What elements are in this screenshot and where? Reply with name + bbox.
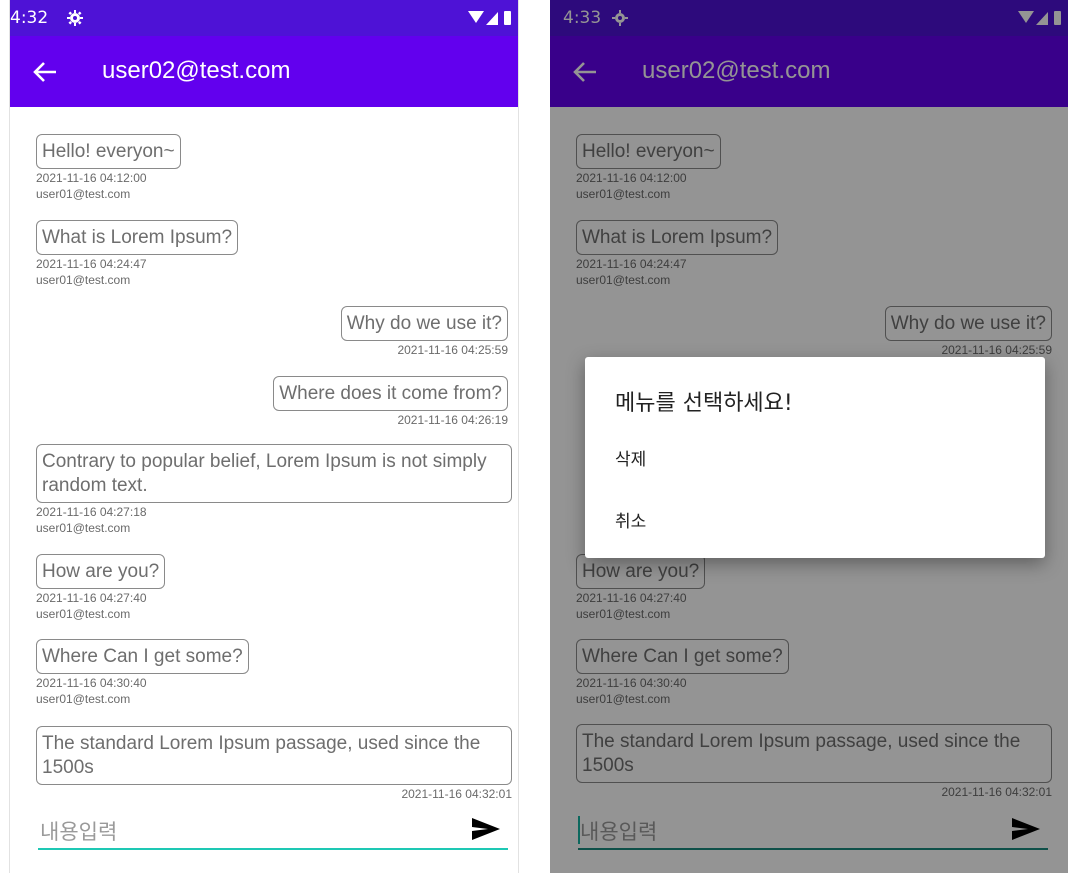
wifi-icon bbox=[468, 11, 484, 23]
arrow-back-icon[interactable] bbox=[32, 60, 58, 84]
message-item[interactable]: How are you? 2021-11-16 04:27:40 user01@… bbox=[36, 554, 166, 621]
message-item[interactable]: What is Lorem Ipsum? 2021-11-16 04:24:47… bbox=[36, 220, 239, 287]
dialog-item-delete[interactable]: 삭제 bbox=[615, 445, 646, 470]
chat-screen: 4:32 user02@test.com Hello! everyon~ 202… bbox=[9, 0, 519, 873]
system-status-icons bbox=[468, 11, 511, 25]
message-bubble[interactable]: Why do we use it? bbox=[340, 306, 508, 341]
message-time: 2021-11-16 04:27:40 bbox=[36, 591, 147, 605]
message-bubble[interactable]: How are you? bbox=[36, 554, 166, 589]
chat-screen-with-menu: 4:33 user02@test.com Hello! everyon~ 202… bbox=[550, 0, 1068, 873]
message-input[interactable]: 내용입력 bbox=[38, 808, 508, 850]
message-list[interactable]: Hello! everyon~ 2021-11-16 04:12:00 user… bbox=[10, 107, 518, 807]
message-bubble[interactable]: Where Can I get some? bbox=[36, 639, 249, 674]
status-bar: 4:32 bbox=[10, 0, 518, 36]
gear-icon bbox=[67, 10, 83, 26]
signal-icon bbox=[486, 12, 498, 25]
message-sender: user01@test.com bbox=[36, 273, 131, 287]
message-bubble[interactable]: Where does it come from? bbox=[273, 376, 508, 411]
message-bubble[interactable]: Contrary to popular belief, Lorem Ipsum … bbox=[36, 444, 512, 503]
message-time: 2021-11-16 04:12:00 bbox=[36, 171, 147, 185]
message-time: 2021-11-16 04:25:59 bbox=[397, 343, 508, 357]
message-input-placeholder[interactable]: 내용입력 bbox=[40, 816, 117, 846]
message-time: 2021-11-16 04:26:19 bbox=[397, 413, 508, 427]
message-item[interactable]: Where does it come from? 2021-11-16 04:2… bbox=[273, 376, 508, 427]
message-time: 2021-11-16 04:30:40 bbox=[36, 676, 147, 690]
message-sender: user01@test.com bbox=[36, 692, 131, 706]
message-sender: user01@test.com bbox=[36, 521, 131, 535]
message-item[interactable]: Hello! everyon~ 2021-11-16 04:12:00 user… bbox=[36, 134, 181, 201]
dialog-title: 메뉴를 선택하세요! bbox=[615, 391, 793, 416]
message-bubble[interactable]: What is Lorem Ipsum? bbox=[36, 220, 239, 255]
send-icon[interactable] bbox=[472, 818, 500, 840]
message-time: 2021-11-16 04:32:01 bbox=[401, 787, 512, 801]
message-item[interactable]: Why do we use it? 2021-11-16 04:25:59 bbox=[340, 306, 508, 357]
status-time: 4:32 bbox=[10, 8, 49, 28]
message-bubble[interactable]: The standard Lorem Ipsum passage, used s… bbox=[36, 726, 512, 785]
message-sender: user01@test.com bbox=[36, 607, 131, 621]
message-item[interactable]: Contrary to popular belief, Lorem Ipsum … bbox=[36, 444, 512, 535]
chat-title: user02@test.com bbox=[102, 57, 291, 84]
app-bar: user02@test.com bbox=[10, 36, 518, 107]
message-time: 2021-11-16 04:27:18 bbox=[36, 505, 147, 519]
message-bubble[interactable]: Hello! everyon~ bbox=[36, 134, 181, 169]
message-item[interactable]: Where Can I get some? 2021-11-16 04:30:4… bbox=[36, 639, 249, 706]
message-sender: user01@test.com bbox=[36, 187, 131, 201]
dialog-item-cancel[interactable]: 취소 bbox=[615, 507, 646, 532]
message-time: 2021-11-16 04:24:47 bbox=[36, 257, 147, 271]
menu-dialog: 메뉴를 선택하세요! 삭제 취소 bbox=[585, 357, 1045, 558]
message-item[interactable]: The standard Lorem Ipsum passage, used s… bbox=[36, 726, 512, 801]
battery-icon bbox=[504, 11, 511, 25]
